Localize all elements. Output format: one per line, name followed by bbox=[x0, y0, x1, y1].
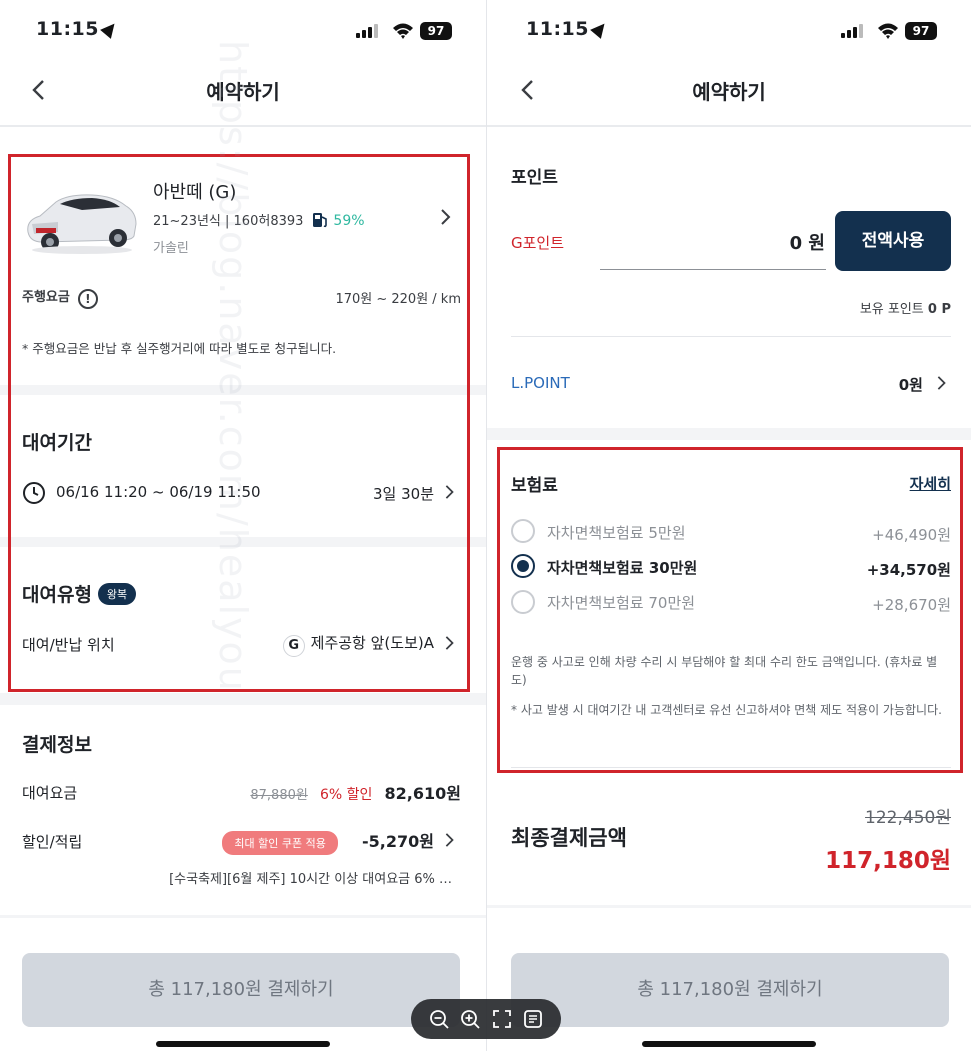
lpoint-chevron-icon[interactable] bbox=[934, 376, 948, 390]
insurance-option-price: +46,490원 bbox=[872, 526, 951, 544]
points-title: 포인트 bbox=[511, 168, 558, 188]
status-bar: 11:15 97 bbox=[487, 14, 971, 46]
section-divider bbox=[0, 915, 486, 918]
section-divider bbox=[487, 905, 971, 908]
driving-fee-note: * 주행요금은 반납 후 실주행거리에 따라 별도로 청구됩니다. bbox=[22, 341, 337, 356]
home-indicator bbox=[156, 1041, 330, 1047]
driving-fee-range: 170원 ~ 220원 / km bbox=[335, 292, 461, 307]
location-label: 대여/반납 위치 bbox=[22, 636, 115, 654]
info-icon[interactable]: ! bbox=[77, 289, 98, 309]
section-divider bbox=[0, 385, 486, 395]
insurance-note: * 사고 발생 시 대여기간 내 고객센터로 유선 신고하셔야 면책 제도 적용… bbox=[511, 703, 942, 717]
rental-fee-label: 대여요금 bbox=[22, 784, 78, 802]
header-divider bbox=[487, 125, 971, 127]
zoom-out-icon[interactable] bbox=[428, 1008, 450, 1030]
gpoint-input[interactable]: 0 원 bbox=[790, 229, 825, 255]
fuel-level: 59% bbox=[333, 213, 365, 229]
image-viewer-toolbar bbox=[411, 999, 561, 1039]
rental-type-title: 대여유형 왕복 bbox=[22, 580, 137, 607]
fuel-pump-icon bbox=[313, 213, 328, 228]
insurance-detail-link[interactable]: 자세히 bbox=[910, 473, 951, 494]
location-arrow-icon bbox=[100, 19, 120, 39]
original-price: 87,880원 bbox=[250, 788, 308, 803]
final-total-price: 117,180원 bbox=[825, 848, 951, 874]
insurance-option-price: +28,670원 bbox=[872, 596, 951, 614]
car-name: 아반떼 (G) bbox=[153, 182, 237, 203]
cellular-signal-icon bbox=[841, 24, 863, 38]
clock-icon bbox=[23, 482, 45, 504]
battery-indicator: 97 bbox=[905, 22, 937, 40]
location-chevron-icon[interactable] bbox=[442, 636, 456, 650]
page-title: 예약하기 bbox=[206, 80, 280, 104]
battery-indicator: 97 bbox=[420, 22, 452, 40]
owned-points: 보유 포인트 0 P bbox=[859, 302, 951, 317]
section-divider bbox=[487, 428, 971, 440]
zoom-in-icon[interactable] bbox=[459, 1008, 481, 1030]
left-phone-screen: 11:15 97 예약하기 아반떼 (G) 21~23년식 | 160허8393… bbox=[0, 0, 486, 1051]
discount-row[interactable]: 최대 할인 쿠폰 적용 -5,270원 bbox=[222, 828, 434, 855]
insurance-title: 보험료 bbox=[511, 476, 558, 496]
location-value[interactable]: G 제주공항 앞(도보)A bbox=[282, 632, 434, 657]
insurance-option-label[interactable]: 자차면책보험료 30만원 bbox=[547, 557, 697, 578]
section-divider bbox=[0, 537, 486, 547]
insurance-option-5man-radio[interactable] bbox=[511, 519, 535, 543]
right-phone-screen: 11:15 97 예약하기 포인트 G포인트 0 원 전액사용 보유 포인트 0… bbox=[487, 0, 971, 1051]
wifi-icon bbox=[878, 23, 898, 39]
gpoint-input-underline bbox=[600, 269, 826, 270]
pay-button[interactable]: 총 117,180원 결제하기 bbox=[511, 953, 949, 1027]
header-divider bbox=[0, 125, 486, 127]
watermark: https://blog.naver.com/healyou bbox=[211, 40, 255, 693]
period-chevron-icon[interactable] bbox=[442, 485, 456, 499]
fullscreen-icon[interactable] bbox=[491, 1008, 513, 1030]
driving-fee-label: 주행요금! bbox=[22, 286, 98, 309]
page-header: 예약하기 bbox=[487, 66, 971, 116]
home-indicator bbox=[642, 1041, 816, 1047]
wifi-icon bbox=[393, 23, 413, 39]
payment-info-title: 결제정보 bbox=[22, 734, 92, 756]
status-time: 11:15 bbox=[36, 18, 120, 40]
cellular-signal-icon bbox=[356, 24, 378, 38]
insurance-divider bbox=[511, 767, 951, 768]
insurance-note: 운행 중 사고로 인해 차량 수리 시 부담해야 할 최대 수리 한도 금액입니… bbox=[511, 655, 938, 687]
rental-fee-amount: 82,610원 bbox=[384, 784, 461, 803]
car-image bbox=[27, 194, 137, 254]
discount-label: 할인/적립 bbox=[22, 833, 83, 851]
coupon-badge: 최대 할인 쿠폰 적용 bbox=[222, 831, 338, 855]
points-divider bbox=[511, 336, 951, 337]
rental-fee-row: 87,880원 6% 할인 82,610원 bbox=[250, 780, 461, 804]
car-year-plate: 21~23년식 | 160허8393 59% bbox=[153, 213, 365, 229]
discount-chevron-icon[interactable] bbox=[442, 833, 456, 847]
discount-rate: 6% 할인 bbox=[319, 787, 373, 803]
insurance-option-label[interactable]: 자차면책보험료 5만원 bbox=[547, 522, 686, 543]
insurance-option-70man-radio[interactable] bbox=[511, 590, 535, 614]
car-detail-chevron-icon[interactable] bbox=[437, 209, 453, 225]
discount-amount: -5,270원 bbox=[362, 832, 434, 851]
text-recognize-icon[interactable] bbox=[522, 1008, 544, 1030]
insurance-option-30man-radio[interactable] bbox=[511, 554, 535, 578]
page-header: 예약하기 bbox=[0, 66, 486, 116]
insurance-option-label[interactable]: 자차면책보험료 70만원 bbox=[547, 592, 695, 613]
status-bar: 11:15 97 bbox=[0, 14, 486, 46]
status-time: 11:15 bbox=[526, 18, 610, 40]
section-divider bbox=[0, 693, 486, 705]
rental-period-title: 대여기간 bbox=[22, 432, 92, 454]
pay-button[interactable]: 총 117,180원 결제하기 bbox=[22, 953, 460, 1027]
round-trip-badge: 왕복 bbox=[97, 583, 137, 605]
gpoint-label: G포인트 bbox=[511, 234, 565, 252]
insurance-option-price: +34,570원 bbox=[866, 561, 951, 579]
location-arrow-icon bbox=[590, 19, 610, 39]
use-all-button[interactable]: 전액사용 bbox=[835, 211, 951, 271]
rental-duration[interactable]: 3일 30분 bbox=[373, 483, 434, 504]
page-title: 예약하기 bbox=[692, 80, 766, 104]
g-logo-icon: G bbox=[282, 635, 305, 657]
lpoint-label: L.POINT bbox=[511, 374, 570, 392]
lpoint-value[interactable]: 0원 bbox=[899, 374, 923, 395]
final-amount-label: 최종결제금액 bbox=[511, 826, 627, 850]
promo-note: [수국축제][6월 제주] 10시간 이상 대여요금 6% … bbox=[169, 872, 452, 887]
fuel-type: 가솔린 bbox=[153, 241, 189, 256]
final-original-price: 122,450원 bbox=[865, 808, 951, 828]
rental-period-range: 06/16 11:20 ~ 06/19 11:50 bbox=[56, 483, 261, 501]
